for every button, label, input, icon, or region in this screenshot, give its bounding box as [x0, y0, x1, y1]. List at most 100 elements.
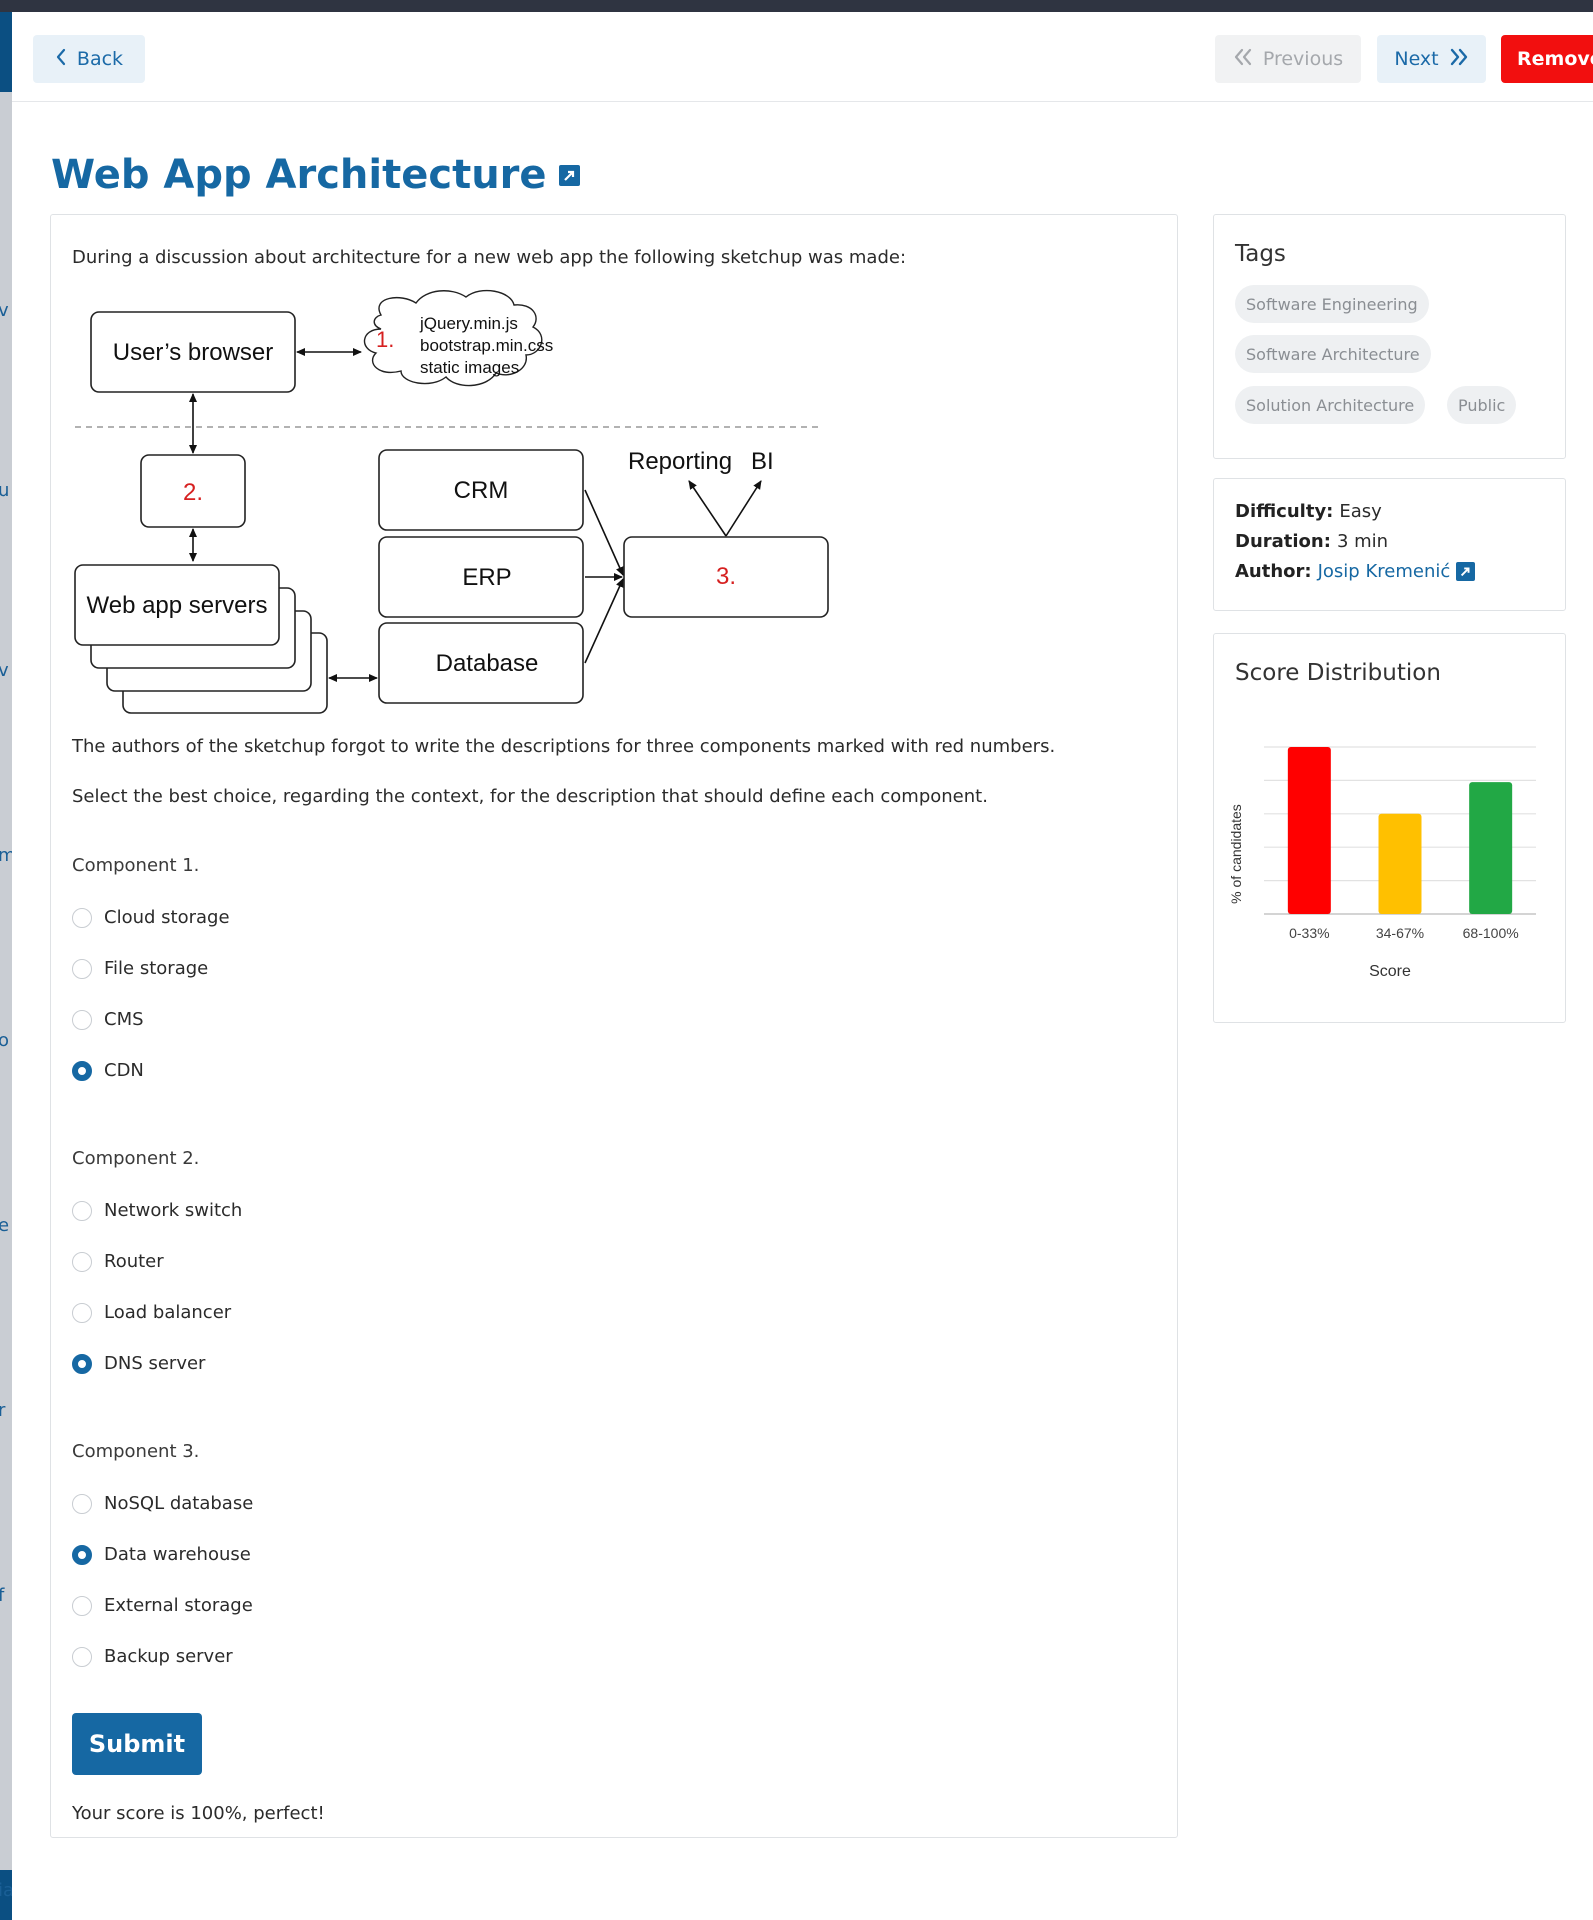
option-label: Backup server [104, 1646, 233, 1667]
difficulty-row: Difficulty: Easy [1235, 501, 1382, 522]
toolbar: Back Previous Next Remove [12, 12, 1593, 102]
bi-label: BI [751, 448, 774, 475]
next-button[interactable]: Next [1377, 35, 1486, 83]
component-2-option[interactable]: Load balancer [72, 1302, 231, 1323]
tag-public[interactable]: Public [1447, 386, 1517, 424]
tag-software-architecture[interactable]: Software Architecture [1235, 335, 1431, 373]
db-box3-arrow [584, 578, 624, 664]
score-message: Your score is 100%, perfect! [72, 1803, 325, 1824]
duration-label: Duration: [1235, 531, 1331, 552]
radio-unselected[interactable] [72, 1302, 92, 1323]
component-3-option[interactable]: Backup server [72, 1646, 233, 1667]
component-3-option[interactable]: External storage [72, 1595, 253, 1616]
cloud-line-bootstrap: bootstrap.min.css [420, 336, 553, 355]
left-nav-fragment[interactable]: f [0, 1585, 4, 1606]
score-bar-2 [1378, 813, 1422, 914]
external-link-icon[interactable] [558, 164, 580, 186]
component-1-option[interactable]: CMS [72, 1009, 144, 1030]
score-distribution-chart: 0-33% 34-67% 68-100% % of candidates Score [1228, 746, 1536, 980]
option-label: Network switch [104, 1200, 243, 1221]
submit-button[interactable]: Submit [72, 1713, 202, 1775]
left-nav-fragment[interactable]: u [0, 480, 9, 501]
next-label: Next [1394, 48, 1439, 70]
component-2-option[interactable]: Network switch [72, 1200, 242, 1221]
radio-unselected[interactable] [72, 1200, 92, 1221]
remove-button[interactable]: Remove [1501, 35, 1593, 83]
radio-unselected[interactable] [72, 1646, 92, 1667]
x-tick-label: 34-67% [1376, 925, 1424, 941]
option-label: Router [104, 1251, 164, 1272]
author-link[interactable]: Josip Kremenić [1318, 561, 1451, 582]
difficulty-label: Difficulty: [1235, 501, 1334, 522]
radio-selected[interactable] [72, 1060, 92, 1081]
previous-label: Previous [1262, 48, 1344, 70]
radio-unselected[interactable] [72, 1493, 92, 1514]
back-label: Back [76, 48, 124, 70]
component-3-option[interactable]: NoSQL database [72, 1493, 253, 1514]
radio-unselected[interactable] [72, 1009, 92, 1030]
radio-unselected[interactable] [72, 907, 92, 928]
component-1-option[interactable]: Cloud storage [72, 907, 230, 928]
component-2-option[interactable]: Router [72, 1251, 164, 1272]
previous-button[interactable]: Previous [1215, 35, 1361, 83]
x-tick-label: 0-33% [1289, 925, 1329, 941]
double-chevron-right-icon [1449, 48, 1469, 71]
box3-number-label: 3. [716, 563, 736, 590]
crm-box3-arrow [584, 489, 624, 576]
score-distribution-card: Score Distribution 0-33% 34-67% 68-100% % … [1213, 633, 1566, 1023]
radio-unselected[interactable] [72, 958, 92, 979]
tag-software-engineering[interactable]: Software Engineering [1235, 285, 1429, 323]
score-bar-3 [1469, 782, 1513, 914]
web-app-servers-label: Web app servers [87, 592, 268, 619]
reporting-label: Reporting [628, 448, 732, 475]
component-1-option[interactable]: File storage [72, 958, 208, 979]
x-tick-label: 68-100% [1463, 925, 1519, 941]
author-label: Author: [1235, 561, 1312, 582]
left-nav-fragment[interactable]: o [0, 1030, 9, 1051]
radio-unselected[interactable] [72, 1595, 92, 1616]
left-nav-fragment[interactable]: e [0, 1215, 9, 1236]
page-title-text: Web App Architecture [51, 152, 547, 198]
box3-reporting-arrow [688, 480, 727, 537]
difficulty-value: Easy [1339, 501, 1382, 522]
cloud-line-jquery: jQuery.min.js [419, 314, 518, 333]
question-info-card: Difficulty: Easy Duration: 3 min Author:… [1213, 478, 1566, 611]
external-link-icon[interactable] [1456, 562, 1476, 581]
component-2-label: Component 2. [72, 1148, 200, 1169]
box3-bi-arrow [725, 480, 762, 537]
left-nav-active-indicator [0, 12, 12, 92]
component-3-label: Component 3. [72, 1441, 200, 1462]
y-axis-label: % of candidates [1228, 804, 1244, 904]
option-label: External storage [104, 1595, 253, 1616]
option-label: DNS server [104, 1353, 206, 1374]
left-nav-fragment[interactable]: v [0, 300, 9, 321]
duration-row: Duration: 3 min [1235, 531, 1388, 552]
tag-solution-architecture[interactable]: Solution Architecture [1235, 386, 1426, 424]
tags-heading: Tags [1235, 241, 1286, 267]
component-2-option[interactable]: DNS server [72, 1353, 205, 1374]
option-label: NoSQL database [104, 1493, 254, 1514]
question-paragraph-1: The authors of the sketchup forgot to wr… [72, 736, 1056, 757]
duration-value: 3 min [1336, 531, 1389, 552]
component-1-label: Component 1. [72, 855, 200, 876]
back-button[interactable]: Back [33, 35, 145, 83]
chevron-left-icon [55, 48, 67, 71]
radio-unselected[interactable] [72, 1251, 92, 1272]
option-label: File storage [104, 958, 209, 979]
question-paragraph-2: Select the best choice, regarding the co… [72, 786, 988, 807]
left-nav-fragment[interactable]: r [0, 1400, 5, 1421]
radio-selected[interactable] [72, 1544, 92, 1565]
radio-selected[interactable] [72, 1353, 92, 1374]
option-label: CMS [104, 1009, 144, 1030]
architecture-diagram: User’s browser 1. jQuery.min.js bootstra… [74, 289, 829, 714]
option-label: CDN [104, 1060, 144, 1081]
option-label: Cloud storage [104, 907, 230, 928]
component-1-option[interactable]: CDN [72, 1060, 144, 1081]
left-nav-strip [0, 12, 12, 1920]
page-title: Web App Architecture [51, 152, 580, 198]
component-3-option[interactable]: Data warehouse [72, 1544, 251, 1565]
cloud-number-label: 1. [376, 327, 394, 352]
box2-number-label: 2. [183, 479, 203, 506]
left-nav-fragment[interactable]: v [0, 660, 9, 681]
question-card: During a discussion about architecture f… [50, 214, 1178, 1838]
